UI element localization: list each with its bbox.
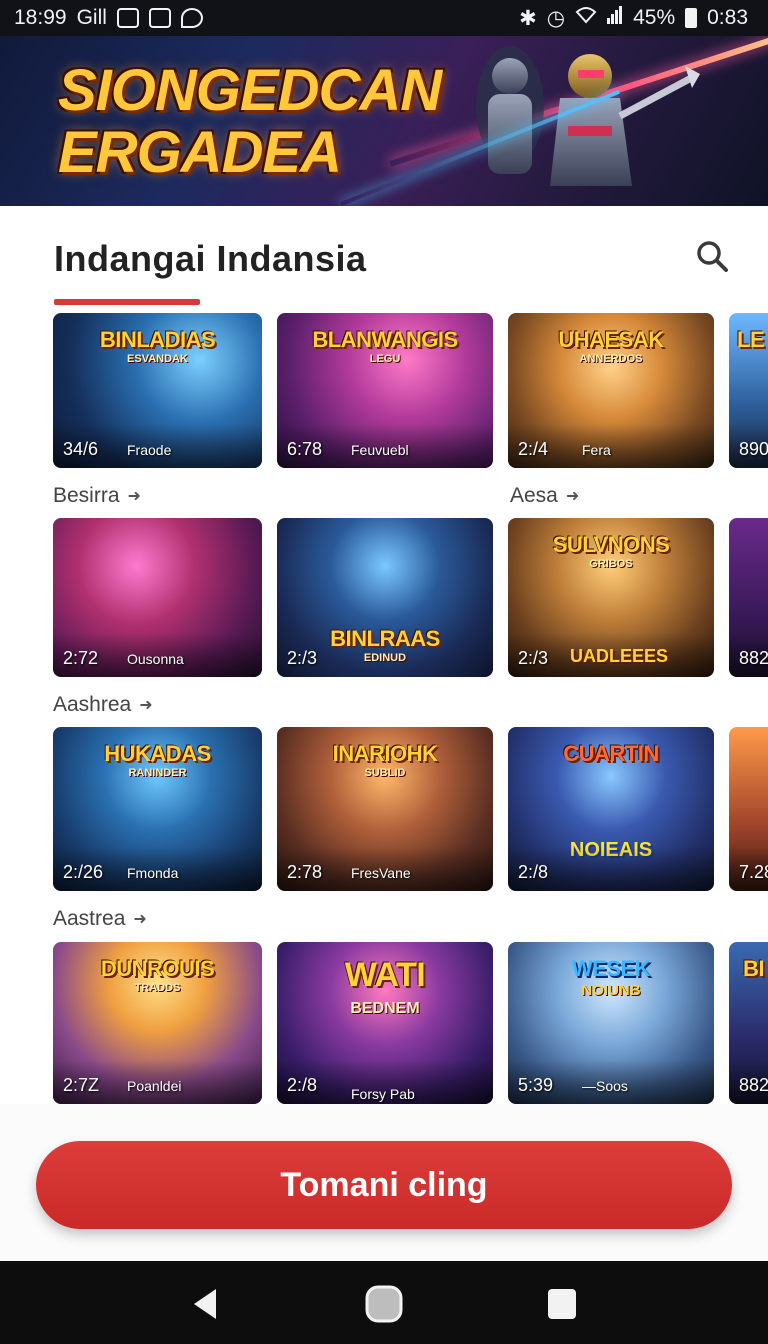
row-label-2[interactable]: Besirra ➜	[53, 484, 141, 508]
card-caption: FresVane	[351, 865, 411, 881]
card-duration: 882	[739, 1075, 768, 1095]
card-duration: 882	[739, 648, 768, 668]
card-caption: Ousonna	[127, 651, 184, 667]
card-title: WATI	[344, 956, 426, 994]
card-caption: Forsy Pab	[351, 1086, 415, 1102]
back-button[interactable]	[184, 1283, 226, 1325]
app-screen: 18:99 Gill ✱ ◷ 45% 0:83 SIONGEDCAN ERGAD…	[0, 0, 768, 1344]
game-card[interactable]: BINLRAAS EDINUD 2:/3	[277, 518, 493, 677]
game-card[interactable]: CUARTIN NOIEAIS 2:/8	[508, 727, 714, 891]
game-card-partial[interactable]: BI 882	[729, 942, 768, 1104]
card-caption: Fmonda	[127, 865, 179, 881]
game-card-partial[interactable]: LE 890	[729, 313, 768, 468]
card-title: SULVNONS	[552, 532, 670, 557]
game-card[interactable]: WESEK NOIUNB 5:39 —Soos	[508, 942, 714, 1104]
card-title: HUKADAS	[104, 741, 211, 766]
card-duration: 2:/8	[518, 862, 549, 882]
card-caption: Fraode	[127, 442, 172, 458]
game-card[interactable]: BLANWANGIS LEGU 6:78 Feuvuebl	[277, 313, 493, 468]
card-duration: 2:72	[63, 648, 99, 668]
arrow-right-icon: ➜	[133, 911, 147, 928]
row-label-text: Aashrea	[53, 693, 132, 716]
card-duration: 2:7Z	[63, 1075, 100, 1095]
game-card[interactable]: DUNROUIS TRADDS 2:7Z Poanldei	[53, 942, 262, 1104]
card-subtitle: NOIUNB	[581, 982, 641, 999]
card-caption: UADLEEES	[570, 646, 669, 666]
card-title: BINLADIAS	[99, 327, 216, 352]
card-duration: 2:/3	[287, 648, 318, 668]
card-title: CUARTIN	[563, 741, 659, 766]
row-label-3[interactable]: Aashrea ➜	[53, 693, 153, 717]
card-title: DUNROUIS	[100, 956, 215, 981]
card-title: INARIOHK	[332, 741, 438, 766]
card-title: BLANWANGIS	[312, 327, 458, 352]
row-label-text: Aesa	[510, 484, 558, 507]
back-icon	[194, 1289, 216, 1319]
card-duration: 2:/4	[518, 439, 549, 459]
card-subtitle: ESVANDAK	[127, 353, 188, 365]
game-card[interactable]: BINLADIAS ESVANDAK 34/6 Fraode	[53, 313, 262, 468]
game-card[interactable]: HUKADAS RANINDER 2:/26 Fmonda	[53, 727, 262, 891]
card-duration: 2:/26	[63, 862, 104, 882]
card-duration: 6:78	[287, 439, 323, 459]
game-grid: Besirra ➜ Aesa ➜ Aashrea ➜ Aastrea ➜ BINLADI…	[0, 0, 768, 1104]
card-caption: Poanldei	[127, 1078, 182, 1094]
card-title: BI	[743, 956, 765, 981]
card-duration: 34/6	[63, 439, 99, 459]
card-subtitle: BEDNEM	[350, 1000, 420, 1017]
card-duration: 5:39	[518, 1075, 554, 1095]
card-subtitle: LEGU	[369, 353, 401, 365]
card-subtitle: RANINDER	[128, 767, 187, 779]
card-caption: Fera	[582, 442, 611, 458]
game-card[interactable]: 2:72 Ousonna	[53, 518, 262, 677]
game-card[interactable]: WATI BEDNEM 2:/8 Forsy Pab	[277, 942, 493, 1104]
game-card-partial[interactable]: 882	[729, 518, 768, 677]
card-caption: —Soos	[582, 1078, 628, 1094]
row-label-4[interactable]: Aastrea ➜	[53, 907, 147, 931]
arrow-right-icon: ➜	[139, 697, 153, 714]
card-duration: 2:78	[287, 862, 323, 882]
row-label-2-right[interactable]: Aesa ➜	[510, 484, 579, 508]
card-title: LE	[737, 327, 765, 352]
card-duration: 890	[739, 439, 768, 459]
row-label-text: Aastrea	[53, 907, 126, 930]
home-icon	[365, 1285, 403, 1323]
card-duration: 2:/8	[287, 1075, 318, 1095]
card-subtitle: ANNERDOS	[579, 353, 643, 365]
game-card[interactable]: UHAESAK ANNERDOS 2:/4 Fera	[508, 313, 714, 468]
card-subtitle: GRIBOS	[589, 558, 633, 570]
game-card[interactable]: SULVNONS GRIBOS 2:/3 UADLEEES	[508, 518, 714, 677]
home-button[interactable]	[363, 1283, 405, 1325]
card-title: BINLRAAS	[330, 626, 440, 651]
recents-icon	[548, 1289, 576, 1319]
arrow-right-icon: ➜	[127, 488, 141, 505]
card-caption: Feuvuebl	[351, 442, 409, 458]
primary-action-button[interactable]: Tomani cling	[36, 1141, 732, 1229]
card-subtitle: SUBLID	[364, 767, 406, 779]
game-card-partial[interactable]: 7.28	[729, 727, 768, 891]
card-title: WESEK	[571, 956, 651, 981]
recents-button[interactable]	[541, 1283, 583, 1325]
card-duration: 2:/3	[518, 648, 549, 668]
arrow-right-icon: ➜	[565, 488, 580, 505]
row-label-text: Besirra	[53, 484, 120, 507]
card-duration: 7.28	[739, 862, 768, 882]
game-card[interactable]: INARIOHK SUBLID 2:78 FresVane	[277, 727, 493, 891]
card-title: UHAESAK	[558, 327, 664, 352]
card-subtitle: TRADDS	[134, 982, 181, 994]
